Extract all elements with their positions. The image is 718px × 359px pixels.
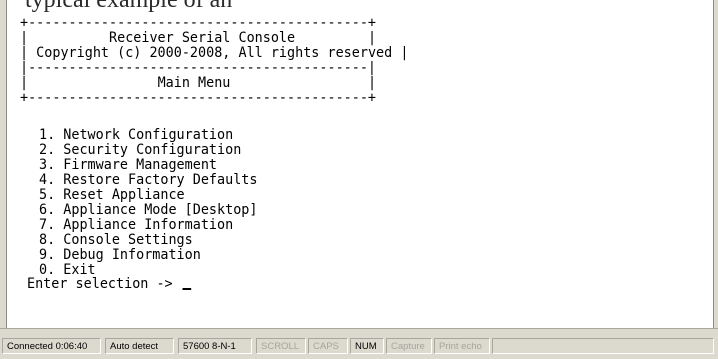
- selection-prompt[interactable]: Enter selection ->: [27, 276, 192, 292]
- menu-item-reset: 5. Reset Appliance: [39, 187, 185, 203]
- menu-list: 1. Network Configuration 2. Security Con…: [39, 128, 257, 278]
- console-header-frame: +---------------------------------------…: [20, 16, 408, 106]
- menu-item-security: 2. Security Configuration: [39, 142, 242, 158]
- menu-item-restore-defaults: 4. Restore Factory Defaults: [39, 172, 258, 188]
- menu-item-debug: 9. Debug Information: [39, 247, 201, 263]
- menu-item-firmware: 3. Firmware Management: [39, 157, 218, 173]
- frame-line: +---------------------------------------…: [20, 90, 377, 106]
- frame-line: |---------------------------------------…: [20, 60, 377, 76]
- console-title: Receiver Serial Console: [109, 30, 296, 46]
- text-cursor: [182, 288, 192, 290]
- menu-item-console-settings: 8. Console Settings: [39, 232, 193, 248]
- status-num: NUM: [350, 338, 384, 354]
- status-print-echo: Print echo: [434, 338, 490, 354]
- menu-item-appliance-mode: 6. Appliance Mode [Desktop]: [39, 202, 258, 218]
- menu-item-network: 1. Network Configuration: [39, 127, 234, 143]
- terminal-screen[interactable]: +---------------------------------------…: [7, 14, 713, 324]
- menu-title-line: | Main Menu |: [20, 75, 377, 91]
- console-title-line: | Receiver Serial Console |: [20, 30, 377, 46]
- top-strip-text: typical example of an: [25, 0, 233, 13]
- status-empty-pane: [492, 338, 714, 354]
- status-connection: Connected 0:06:40: [2, 338, 101, 354]
- menu-item-appliance-info: 7. Appliance Information: [39, 217, 234, 233]
- window-border-right: [713, 0, 718, 328]
- status-scroll: SCROLL: [256, 338, 306, 354]
- menu-title: Main Menu: [157, 75, 231, 91]
- status-caps: CAPS: [308, 338, 348, 354]
- top-strip: typical example of an: [0, 0, 718, 14]
- status-detect: Auto detect: [105, 338, 174, 354]
- window-border-left: [0, 0, 7, 328]
- status-port-settings: 57600 8-N-1: [178, 338, 252, 354]
- prompt-text: Enter selection ->: [27, 276, 181, 292]
- status-bar: Connected 0:06:40 Auto detect 57600 8-N-…: [0, 328, 718, 359]
- copyright-text: Copyright (c) 2000-2008, All rights rese…: [36, 45, 393, 61]
- copyright-line: | Copyright (c) 2000-2008, All rights re…: [20, 45, 409, 61]
- frame-line: +---------------------------------------…: [20, 15, 377, 31]
- status-capture: Capture: [386, 338, 432, 354]
